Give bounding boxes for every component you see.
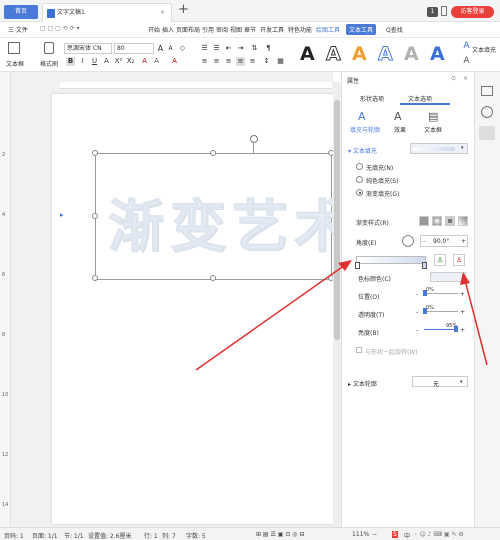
status-page-num: 页码: 1 [4, 533, 24, 540]
view-mode-icons[interactable]: ⊞ ▤ ☰ ▣ ⊡ ◎ ⊟ [256, 531, 304, 538]
zoom-level[interactable]: 111% [352, 531, 369, 538]
sogou-ime-icon[interactable]: S [392, 531, 398, 538]
arrow-line-1 [195, 264, 346, 371]
status-bar: 页码: 1 页面: 1/1 节: 1/1 设置值: 2.6厘米 行: 1 列: … [0, 527, 500, 540]
arrow-line-2 [464, 279, 488, 366]
zoom-minus[interactable]: − [372, 531, 377, 538]
status-words: 字数: 5 [186, 533, 206, 540]
status-col: 列: 7 [162, 533, 176, 540]
status-settings: 设置值: 2.6厘米 [88, 533, 132, 540]
ime-language[interactable]: 中 [404, 531, 410, 540]
status-page: 页面: 1/1 [32, 533, 58, 540]
arrow-head-2 [460, 272, 470, 285]
status-section: 节: 1/1 [64, 533, 84, 540]
annotation-arrows [195, 260, 488, 371]
status-row: 行: 1 [144, 533, 158, 540]
tray-icons[interactable]: ◦ ☺ ♪ ⌨ ▣ ✎ ⚙ [414, 531, 464, 538]
